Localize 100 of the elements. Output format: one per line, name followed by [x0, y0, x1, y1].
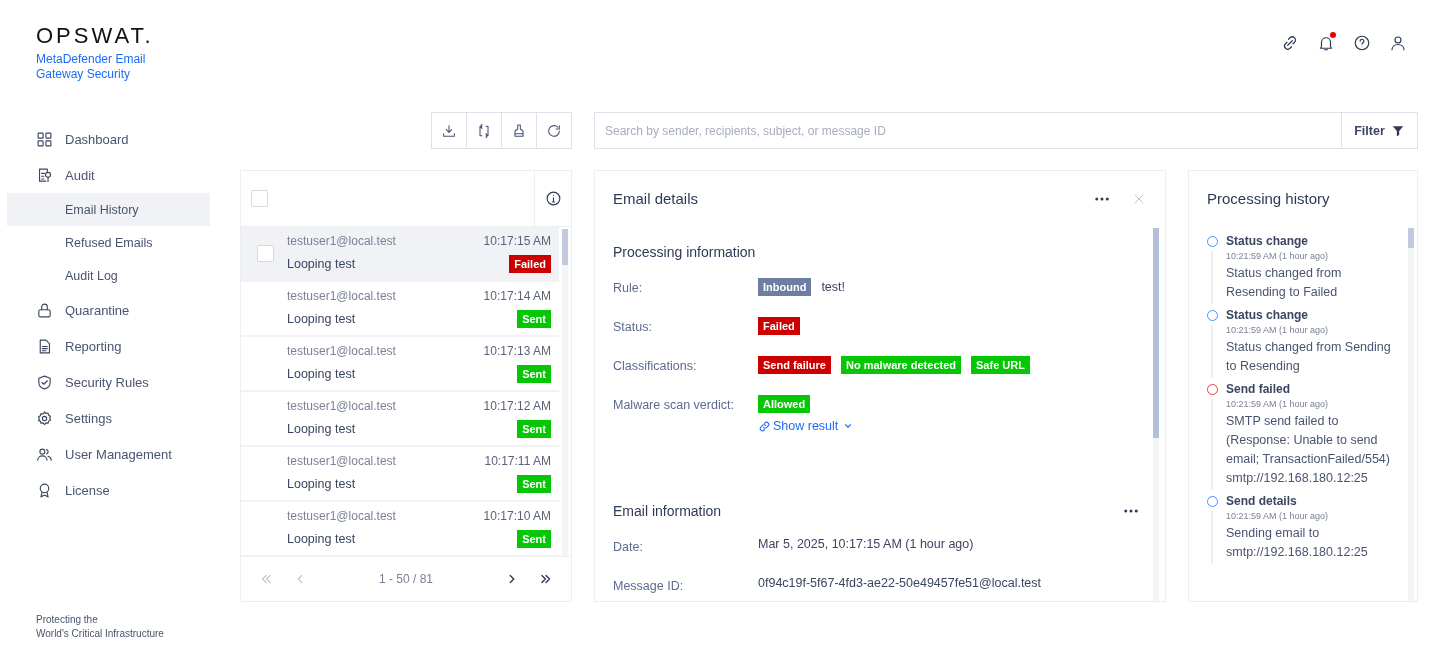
download-icon: [441, 122, 457, 139]
scrollbar[interactable]: [1408, 228, 1414, 601]
status-tag: Sent: [517, 530, 551, 548]
time-text: 10:17:12 AM: [483, 399, 551, 413]
field-value: 0f94c19f-5f67-4fd3-ae22-50e49457fe51@local.test: [758, 576, 1042, 590]
link-icon: [758, 419, 771, 433]
email-row[interactable]: testuser1@local.test 10:17:13 AM Looping test Sent: [241, 337, 559, 392]
nav-item[interactable]: Audit: [7, 157, 210, 193]
subject-text: Looping test: [287, 476, 357, 491]
settings-icon: [36, 409, 53, 427]
broom-button[interactable]: [501, 112, 537, 149]
event-description: Sending email to smtp://192.168.180.12:25: [1226, 525, 1369, 561]
select-all-checkbox[interactable]: [251, 190, 268, 207]
email-row[interactable]: testuser1@local.test 10:17:14 AM Looping test Sent: [241, 282, 559, 337]
event-title: Status change: [1226, 233, 1310, 250]
shield-check-icon: [36, 373, 53, 391]
email-row[interactable]: testuser1@local.test 10:17:15 AM Looping test Failed: [241, 227, 559, 282]
status-tag: Inbound: [758, 278, 812, 296]
show-result-link[interactable]: Show result: [758, 419, 854, 433]
event-title: Send details: [1226, 493, 1298, 510]
status-tag: Safe URL: [971, 356, 1030, 374]
time-text: 10:17:13 AM: [483, 344, 551, 358]
sender-text: testuser1@local.test: [287, 344, 397, 358]
email-row[interactable]: testuser1@local.test 10:17:12 AM Looping test Sent: [241, 392, 559, 447]
double-chevron-right-icon[interactable]: [539, 572, 553, 586]
status-tag: Failed: [509, 255, 551, 273]
status-tag: Allowed: [758, 395, 811, 413]
info-icon[interactable]: [544, 190, 562, 207]
event-time: 10:21:59 AM (1 hour ago): [1226, 324, 1330, 336]
status-tag: Sent: [517, 365, 551, 383]
subject-text: Looping test: [287, 311, 357, 326]
download-button[interactable]: [431, 112, 467, 149]
nav-item[interactable]: User Management: [7, 436, 210, 472]
sender-text: testuser1@local.test: [287, 454, 397, 468]
time-text: 10:17:11 AM: [484, 454, 551, 468]
event-time: 10:21:59 AM (1 hour ago): [1226, 510, 1330, 522]
caret-icon: [843, 421, 854, 431]
event-title: Status change: [1226, 307, 1310, 324]
event-description: Status changed from Resending to Failed: [1226, 265, 1343, 301]
refresh-button[interactable]: [536, 112, 572, 149]
subject-text: Looping test: [287, 531, 357, 546]
scrollbar[interactable]: [1153, 228, 1159, 601]
event-title: Send failed: [1226, 381, 1291, 398]
status-tag: No malware detected: [840, 356, 961, 374]
page-range-text: 1 - 50 / 81: [377, 572, 434, 586]
status-tag: Sent: [517, 420, 551, 438]
logo-text: OPSWAT.: [36, 24, 154, 48]
event-time: 10:21:59 AM (1 hour ago): [1226, 250, 1330, 262]
nav-item[interactable]: Quarantine: [7, 292, 210, 328]
filter-icon: [1390, 123, 1405, 138]
nav-subitem[interactable]: Audit Log: [7, 259, 210, 292]
search-field[interactable]: Search by sender, recipients, subject, or message ID: [594, 112, 1341, 149]
nav-item[interactable]: Dashboard: [7, 121, 210, 157]
field-label: Status:: [613, 319, 653, 336]
lock-icon: [36, 301, 53, 319]
bell-icon[interactable]: [1317, 34, 1335, 52]
document-search-icon: [36, 166, 53, 184]
field-label: Malware scan verdict:: [613, 397, 735, 414]
panel-title: Processing history: [1207, 190, 1330, 207]
status-tag: Sent: [517, 475, 551, 493]
nav-item[interactable]: Reporting: [7, 328, 210, 364]
event-time: 10:21:59 AM (1 hour ago): [1226, 398, 1330, 410]
nav-item[interactable]: Settings: [7, 400, 210, 436]
row-checkbox[interactable]: [257, 245, 274, 262]
nav-item[interactable]: Security Rules: [7, 364, 210, 400]
sender-text: testuser1@local.test: [287, 289, 397, 303]
sender-text: testuser1@local.test: [287, 509, 397, 523]
status-tag: Sent: [517, 310, 551, 328]
panel-title: Email details: [613, 190, 699, 207]
grid-icon: [36, 130, 53, 148]
nav-item[interactable]: License: [7, 472, 210, 508]
field-label: Message ID:: [613, 578, 685, 595]
field-label: Classifications:: [613, 358, 698, 375]
refresh-icon: [546, 122, 562, 139]
email-row[interactable]: testuser1@local.test 10:17:11 AM Looping test Sent: [241, 447, 559, 502]
field-label: Date:: [613, 539, 644, 556]
tagline-text: Protecting the: [36, 613, 98, 627]
subject-text: Looping test: [287, 421, 357, 436]
status-tag: Failed: [758, 317, 800, 335]
nav-subitem[interactable]: Refused Emails: [7, 226, 210, 259]
sender-text: testuser1@local.test: [287, 399, 397, 413]
field-value: Mar 5, 2025, 10:17:15 AM (1 hour ago): [758, 537, 974, 551]
scrollbar[interactable]: [562, 229, 568, 556]
nav-subitem[interactable]: Email History: [7, 193, 210, 226]
arrows-cycle-button[interactable]: [466, 112, 502, 149]
section-title: Email information: [613, 503, 722, 519]
time-text: 10:17:15 AM: [483, 234, 551, 248]
user-icon[interactable]: [1389, 34, 1407, 52]
field-label: Rule:: [613, 280, 644, 297]
status-tag: Send failure: [758, 356, 831, 374]
time-text: 10:17:14 AM: [483, 289, 551, 303]
filter-button[interactable]: Filter: [1341, 112, 1418, 149]
field-value: test!: [821, 280, 845, 294]
email-row[interactable]: testuser1@local.test 10:17:10 AM Looping test Sent: [241, 502, 559, 556]
subject-text: Looping test: [287, 256, 357, 271]
time-text: 10:17:10 AM: [483, 509, 551, 523]
event-description: Status changed from Sending to Resending: [1226, 339, 1391, 375]
section-title: Processing information: [613, 244, 756, 260]
help-icon[interactable]: [1353, 34, 1371, 52]
subject-text: Looping test: [287, 366, 357, 381]
